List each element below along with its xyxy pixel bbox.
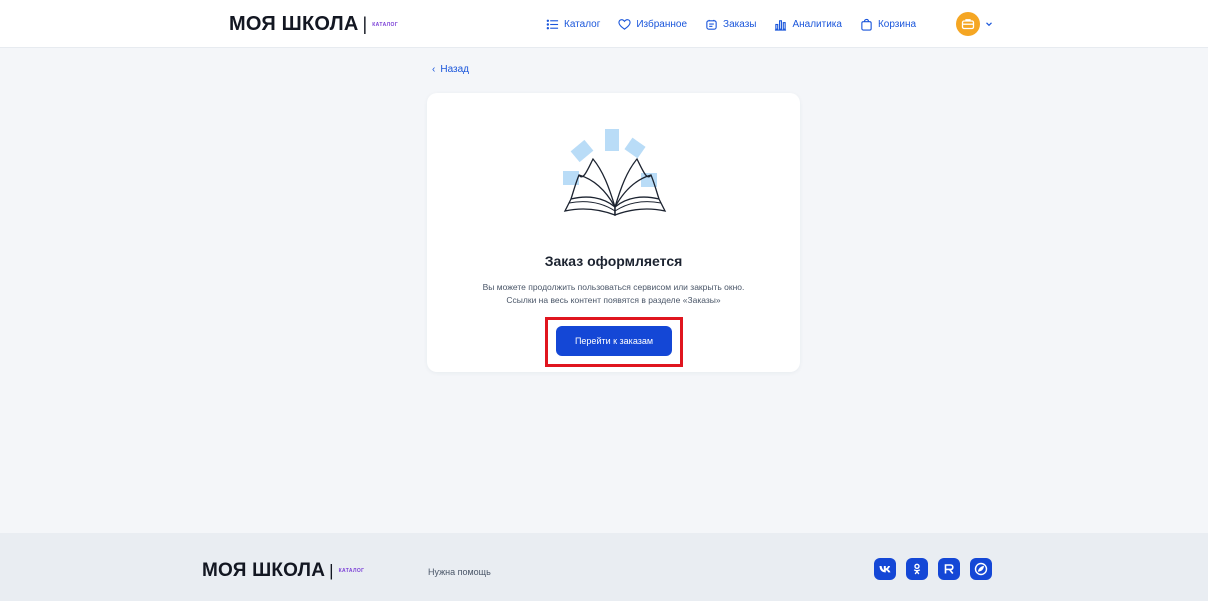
description-line: Вы можете продолжить пользоваться сервис… [482,282,745,292]
description-line: Ссылки на весь контент появятся в раздел… [506,295,721,305]
sferum-icon [974,562,988,576]
chevron-left-icon: ‹ [432,64,436,75]
order-status-card: Заказ оформляется Вы можете продолжить п… [427,93,800,372]
logo-text: МОЯ ШКОЛА [202,560,326,581]
nav-label: Аналитика [792,18,842,30]
nav-label: Избранное [636,18,688,30]
logo-tag: КАТАЛОГ [372,21,399,28]
social-sferum[interactable] [970,558,992,580]
back-label: Назад [440,64,469,75]
top-header: МОЯ ШКОЛА | КАТАЛОГ Каталог Избранное За… [0,0,1208,48]
nav-item-favorites[interactable]: Избранное [618,16,687,32]
card-description: Вы можете продолжить пользоваться сервис… [427,281,800,307]
vk-icon [879,566,891,573]
chart-icon [775,19,787,31]
orders-icon [706,19,717,30]
logo-separator: | [362,14,368,34]
logo-tag: КАТАЛОГ [338,568,365,574]
rutube-icon [944,564,954,575]
chevron-down-icon[interactable] [984,19,994,29]
social-vk[interactable] [874,558,896,580]
heart-icon [618,18,631,30]
user-avatar[interactable] [956,12,980,36]
main-nav: Каталог Избранное Заказы Аналитика Корзи… [546,16,934,32]
social-ok[interactable] [906,558,928,580]
site-logo[interactable]: МОЯ ШКОЛА | КАТАЛОГ [229,13,398,36]
nav-label: Каталог [564,18,601,30]
social-rutube[interactable] [938,558,960,580]
footer-logo[interactable]: МОЯ ШКОЛА | КАТАЛОГ [202,560,364,582]
logo-text: МОЯ ШКОЛА [229,13,359,35]
go-to-orders-button[interactable]: Перейти к заказам [556,326,672,356]
ok-icon [913,563,921,575]
nav-item-cart[interactable]: Корзина [860,16,916,32]
help-link[interactable]: Нужна помощь [428,567,491,577]
nav-item-catalog[interactable]: Каталог [546,16,600,32]
open-book-illustration [563,129,667,216]
site-footer: МОЯ ШКОЛА | КАТАЛОГ Нужна помощь [0,533,1208,601]
bag-icon [861,18,872,31]
list-icon [546,19,559,29]
card-title: Заказ оформляется [544,253,683,269]
nav-item-analytics[interactable]: Аналитика [774,16,842,32]
nav-label: Заказы [723,18,757,30]
back-link[interactable]: ‹ Назад [432,64,469,75]
briefcase-icon [961,19,975,30]
logo-separator: | [329,561,334,580]
nav-item-orders[interactable]: Заказы [705,16,756,32]
nav-label: Корзина [877,18,917,30]
